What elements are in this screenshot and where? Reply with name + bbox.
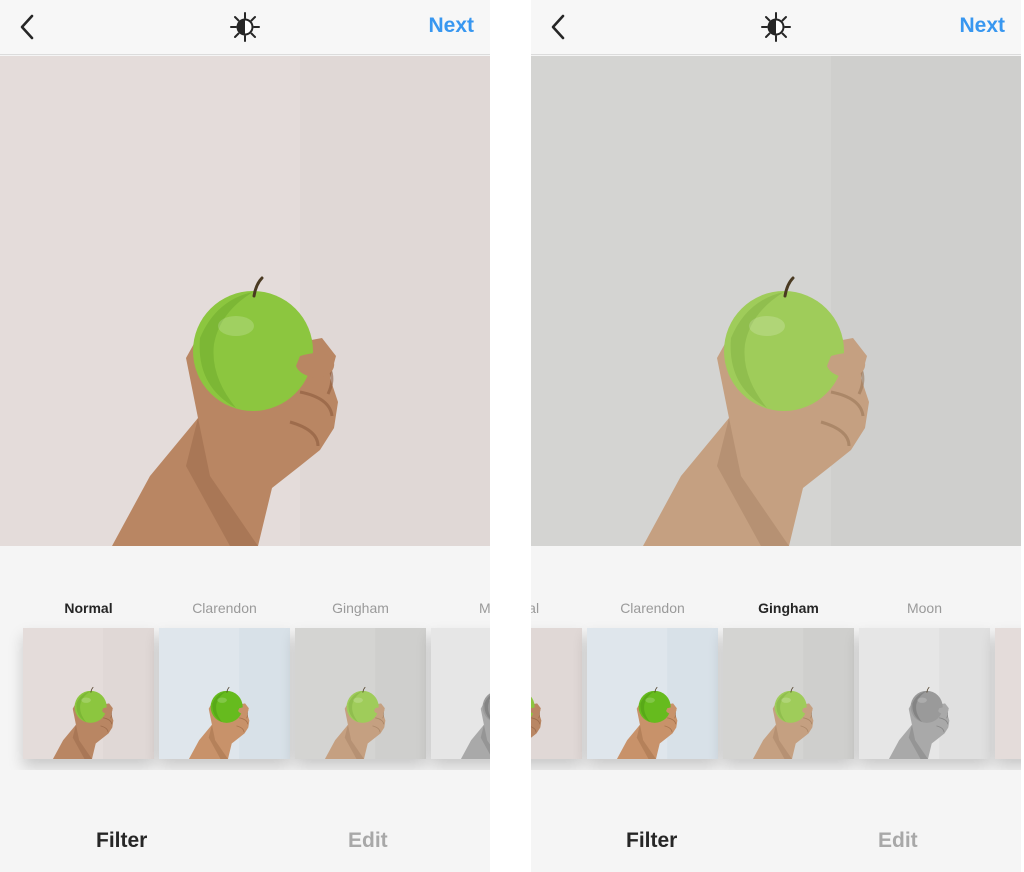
filter-gingham[interactable]: Gingham (295, 600, 426, 760)
lux-button[interactable] (229, 11, 261, 43)
apple-in-hand-image (995, 628, 1021, 759)
apple-in-hand-image (159, 628, 290, 759)
back-button[interactable] (543, 12, 573, 42)
filter-thumbnail (159, 628, 290, 759)
filter-screen-right: Next Normal (531, 0, 1021, 872)
tab-filter[interactable]: Filter (96, 829, 147, 853)
chevron-left-icon (20, 14, 34, 40)
filter-label: Moon (906, 600, 943, 616)
tab-edit[interactable]: Edit (878, 829, 918, 853)
back-button[interactable] (12, 12, 42, 42)
top-bar: Next (531, 0, 1021, 55)
next-button[interactable]: Next (428, 14, 474, 38)
apple-in-hand-image (531, 56, 1021, 546)
apple-in-hand-image (587, 628, 718, 759)
lux-button[interactable] (760, 11, 792, 43)
apple-in-hand-image (0, 56, 490, 546)
filter-thumbnail (859, 628, 990, 759)
tab-filter[interactable]: Filter (626, 829, 677, 853)
filter-label: Normal (531, 600, 540, 616)
filter-label: Clarendon (620, 600, 685, 616)
filter-label: Gingham (332, 600, 389, 616)
filter-moon[interactable]: Moon (431, 600, 490, 760)
filter-gingham[interactable]: Gingham (723, 600, 854, 760)
filter-thumbnail (587, 628, 718, 759)
tab-edit[interactable]: Edit (348, 829, 388, 853)
apple-in-hand-image (295, 628, 426, 759)
filter-strip[interactable]: Normal Clarendon (0, 600, 490, 770)
filter-screen-left: Next Normal Clarendon Gingham M Filter E… (0, 0, 490, 872)
next-button[interactable]: Next (959, 14, 1005, 38)
filter-clarendon[interactable]: Clarendon (159, 600, 290, 760)
chevron-left-icon (551, 14, 565, 40)
filter-strip[interactable]: Normal Clarendon (531, 600, 1021, 770)
filter-normal[interactable]: Normal (531, 600, 582, 760)
filter-thumbnail (431, 628, 490, 759)
apple-in-hand-image (23, 628, 154, 759)
filter-next[interactable] (995, 600, 1021, 760)
apple-in-hand-image (531, 628, 582, 759)
apple-in-hand-image (723, 628, 854, 759)
filter-normal[interactable]: Normal (23, 600, 154, 760)
filter-thumbnail (23, 628, 154, 759)
apple-in-hand-image (859, 628, 990, 759)
filter-thumbnail (995, 628, 1021, 759)
filter-thumbnail (723, 628, 854, 759)
lux-sun-icon (230, 12, 260, 42)
filter-label: Clarendon (192, 600, 257, 616)
filter-thumbnail (531, 628, 582, 759)
filter-moon[interactable]: Moon (859, 600, 990, 760)
filter-label: Normal (64, 600, 113, 616)
filter-label: Gingham (758, 600, 819, 616)
lux-sun-icon (761, 12, 791, 42)
filter-thumbnail (295, 628, 426, 759)
filter-clarendon[interactable]: Clarendon (587, 600, 718, 760)
photo-preview (0, 56, 490, 546)
top-bar: Next (0, 0, 490, 55)
filter-label: Moon (478, 600, 490, 616)
photo-preview (531, 56, 1021, 546)
apple-in-hand-image (431, 628, 490, 759)
